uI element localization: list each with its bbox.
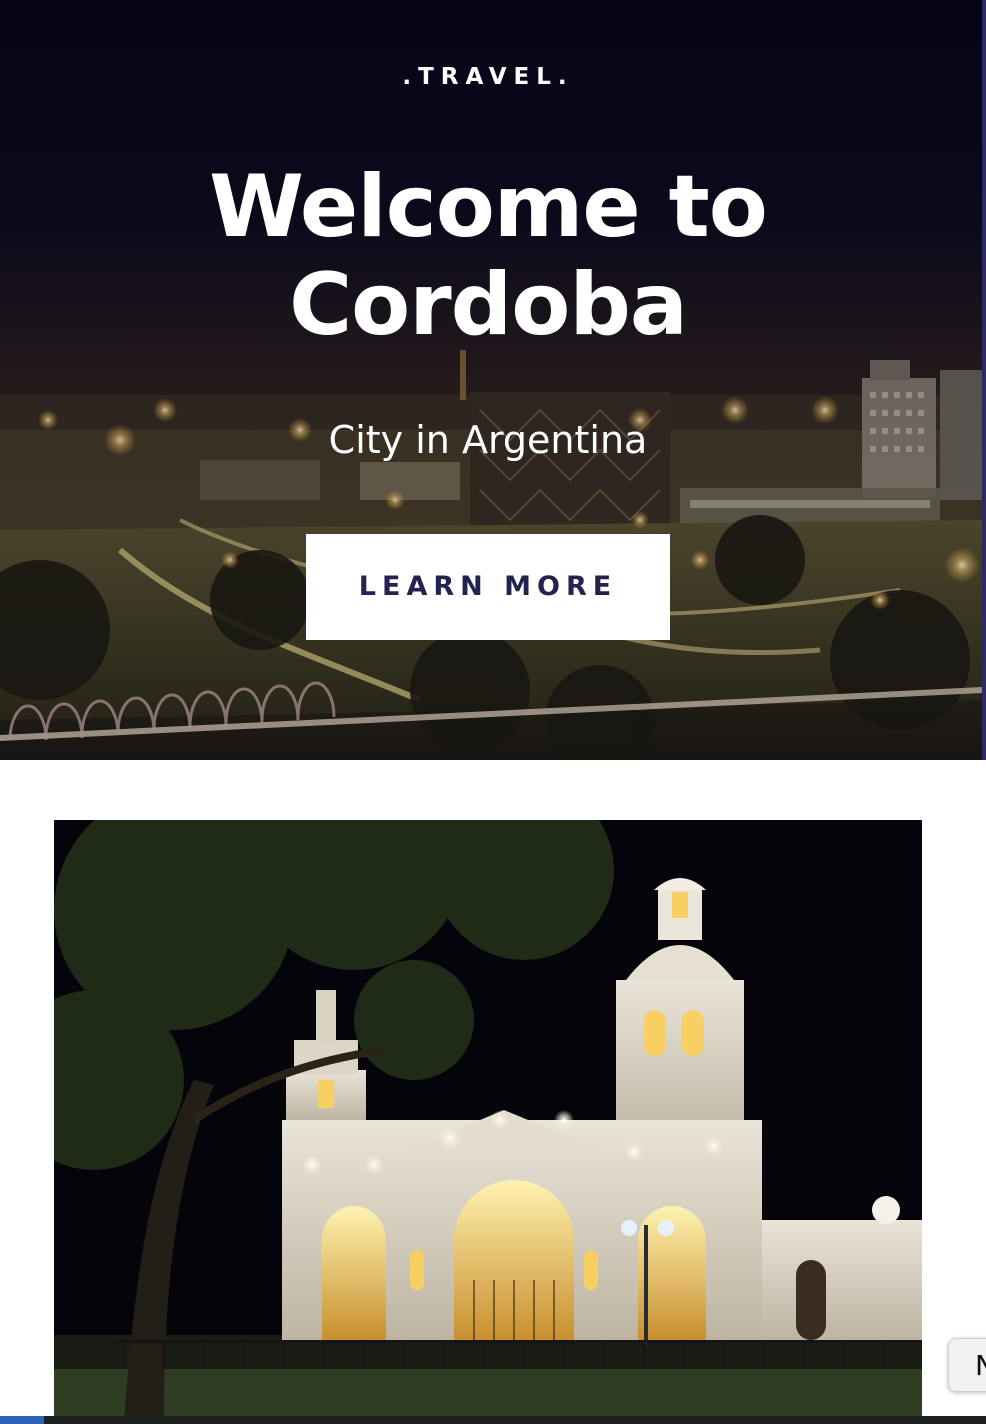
hero-overlay	[0, 0, 982, 760]
hero-title-line-2: Cordoba	[289, 255, 688, 355]
hero-subtitle: City in Argentina	[328, 418, 648, 462]
hero-section: .TRAVEL. Welcome to Cordoba City in Arge…	[0, 0, 982, 760]
cathedral-photo	[54, 820, 922, 1424]
bottom-bar-accent	[0, 1416, 44, 1424]
learn-more-button[interactable]: LEARN MORE	[306, 534, 670, 640]
floating-widget-button[interactable]: N	[948, 1338, 986, 1392]
page: .TRAVEL. Welcome to Cordoba City in Arge…	[0, 0, 986, 1424]
bottom-bar	[0, 1416, 986, 1424]
hero-title: Welcome to Cordoba	[0, 158, 976, 354]
scrollbar-edge	[982, 0, 986, 760]
hero-title-line-1: Welcome to	[209, 157, 768, 257]
brand-logo[interactable]: .TRAVEL.	[0, 64, 976, 90]
